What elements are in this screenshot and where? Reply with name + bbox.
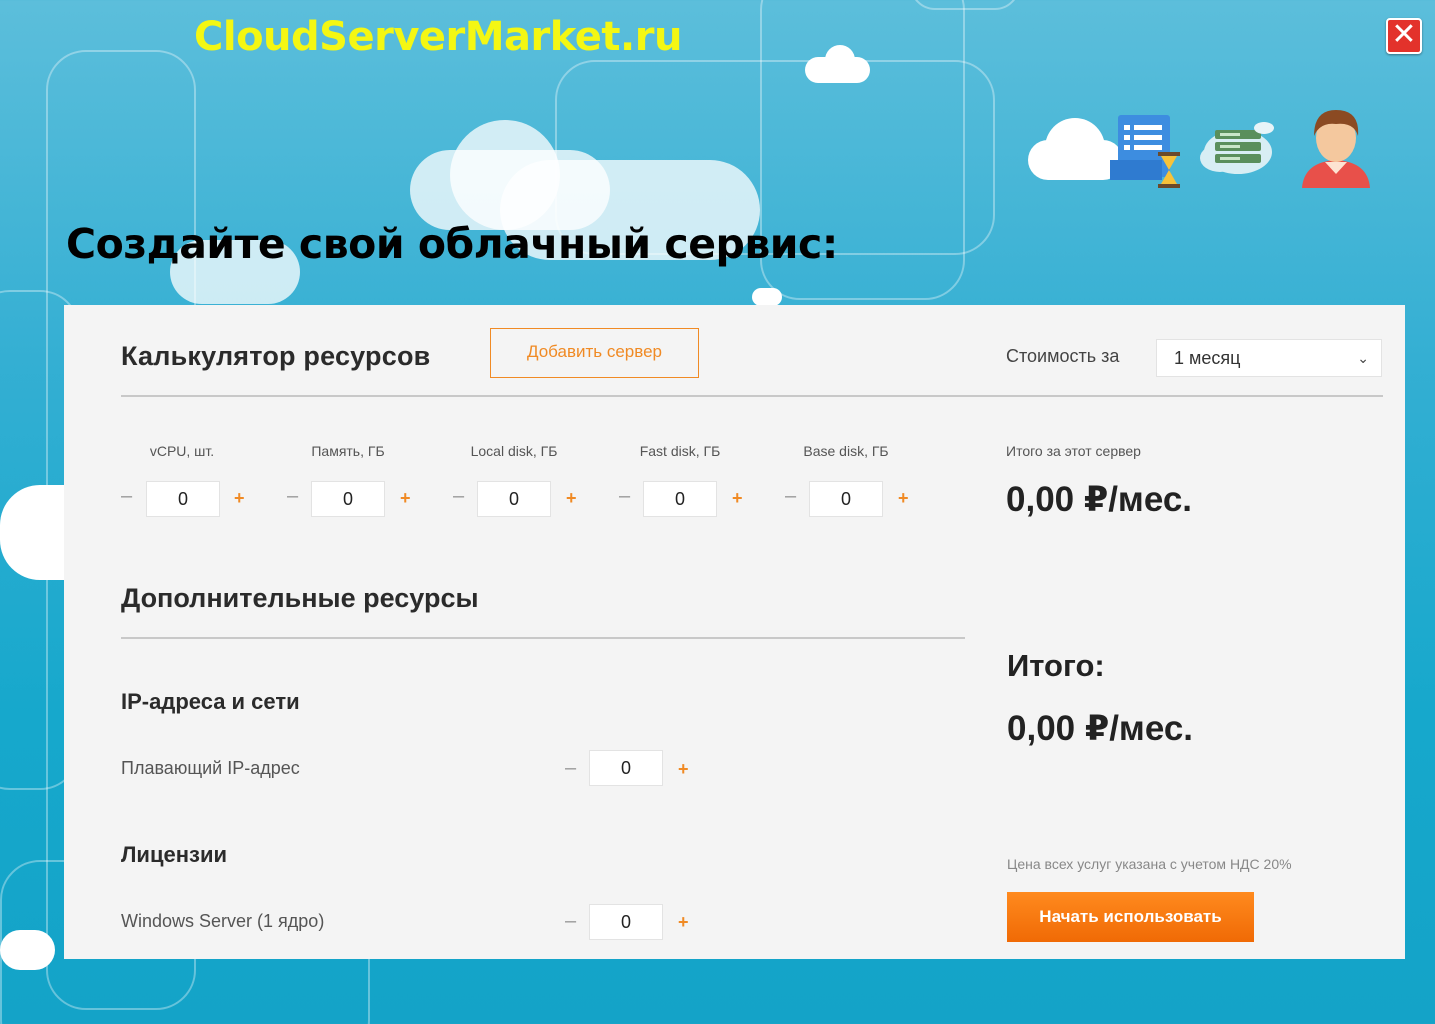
fast-disk-increment-button[interactable]: + xyxy=(732,488,743,509)
document-hourglass-icon xyxy=(1110,115,1180,188)
vcpu-input[interactable]: 0 xyxy=(146,481,220,517)
base-disk-input[interactable]: 0 xyxy=(809,481,883,517)
grand-total-label: Итого: xyxy=(1007,648,1105,683)
server-total-value: 0,00 ₽/мес. xyxy=(1006,480,1193,519)
close-icon: ✕ xyxy=(1391,18,1417,51)
ip-section-title: IP-адреса и сети xyxy=(121,689,300,714)
period-value: 1 месяц xyxy=(1174,348,1241,368)
floating-ip-label: Плавающий IP-адрес xyxy=(121,758,300,778)
resource-label-memory: Память, ГБ xyxy=(311,443,385,459)
windows-server-increment-button[interactable]: + xyxy=(678,912,689,933)
resource-label-fast-disk: Fast disk, ГБ xyxy=(639,443,721,459)
server-total-label: Итого за этот сервер xyxy=(1006,443,1141,459)
floating-ip-input[interactable]: 0 xyxy=(589,750,663,786)
licenses-title: Лицензии xyxy=(121,842,227,867)
divider xyxy=(121,637,965,639)
memory-decrement-button[interactable]: – xyxy=(287,485,298,508)
windows-server-label: Windows Server (1 ядро) xyxy=(121,911,325,931)
user-avatar-icon xyxy=(1302,110,1370,188)
hero-title: Создайте свой облачный сервис: xyxy=(66,220,838,268)
floating-ip-increment-button[interactable]: + xyxy=(678,759,689,780)
floating-ip-decrement-button[interactable]: – xyxy=(565,757,576,780)
period-select[interactable]: 1 месяц ⌄ xyxy=(1156,339,1382,377)
resource-label-vcpu: vCPU, шт. xyxy=(149,443,215,459)
site-title[interactable]: CloudServerMarket.ru xyxy=(194,14,682,60)
windows-server-decrement-button[interactable]: – xyxy=(565,910,576,933)
memory-increment-button[interactable]: + xyxy=(400,488,411,509)
vcpu-increment-button[interactable]: + xyxy=(234,488,245,509)
hero-illustrations xyxy=(1020,100,1390,200)
vat-note: Цена всех услуг указана с учетом НДС 20% xyxy=(1007,856,1292,872)
close-button[interactable]: ✕ xyxy=(1386,18,1422,54)
calculator-panel: Калькулятор ресурсов Добавить сервер Сто… xyxy=(64,305,1405,959)
chevron-down-icon: ⌄ xyxy=(1357,350,1369,366)
cost-period-label: Стоимость за xyxy=(1006,346,1120,366)
fast-disk-input[interactable]: 0 xyxy=(643,481,717,517)
divider xyxy=(121,395,1383,397)
local-disk-increment-button[interactable]: + xyxy=(566,488,577,509)
calculator-title: Калькулятор ресурсов xyxy=(121,341,431,371)
resource-label-local-disk: Local disk, ГБ xyxy=(470,443,558,459)
base-disk-increment-button[interactable]: + xyxy=(898,488,909,509)
resource-label-base-disk: Base disk, ГБ xyxy=(803,443,889,459)
grand-total-value: 0,00 ₽/мес. xyxy=(1007,709,1194,748)
fast-disk-decrement-button[interactable]: – xyxy=(619,485,630,508)
server-cloud-icon xyxy=(1200,122,1274,174)
extra-resources-title: Дополнительные ресурсы xyxy=(121,583,479,613)
add-server-button[interactable]: Добавить сервер xyxy=(490,328,699,378)
memory-input[interactable]: 0 xyxy=(311,481,385,517)
local-disk-decrement-button[interactable]: – xyxy=(453,485,464,508)
local-disk-input[interactable]: 0 xyxy=(477,481,551,517)
start-using-button[interactable]: Начать использовать xyxy=(1007,892,1254,942)
vcpu-decrement-button[interactable]: – xyxy=(121,485,132,508)
windows-server-input[interactable]: 0 xyxy=(589,904,663,940)
base-disk-decrement-button[interactable]: – xyxy=(785,485,796,508)
